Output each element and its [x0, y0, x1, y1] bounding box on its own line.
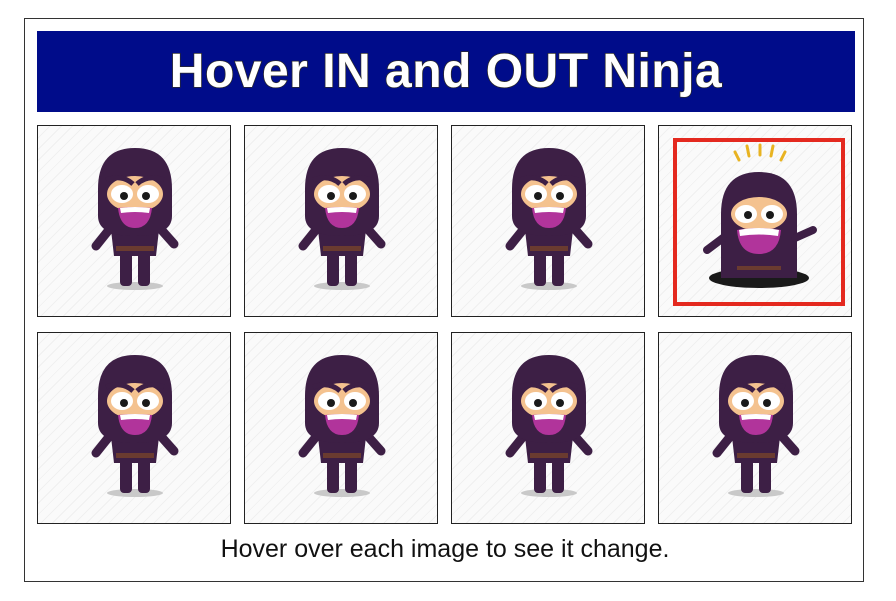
ninja-image [91, 148, 179, 290]
ninja-image [505, 355, 593, 497]
ninja-standing [298, 355, 386, 497]
ninja-tile[interactable] [244, 332, 438, 524]
ninja-image [298, 148, 386, 290]
ninja-tile[interactable] [451, 332, 645, 524]
page-title: Hover IN and OUT Ninja [169, 44, 723, 99]
ninja-standing [91, 148, 179, 290]
ninja-image [505, 148, 593, 290]
ninja-standing [298, 148, 386, 290]
title-banner: Hover IN and OUT Ninja [37, 31, 855, 112]
ninja-image [712, 355, 800, 497]
ninja-tile[interactable] [658, 125, 852, 317]
hover-highlight [673, 138, 845, 306]
ninja-tile[interactable] [658, 332, 852, 524]
ninja-standing [505, 148, 593, 290]
ninja-tile[interactable] [451, 125, 645, 317]
ninja-image [91, 355, 179, 497]
ninja-tile[interactable] [37, 125, 231, 317]
ninja-tile[interactable] [244, 125, 438, 317]
instruction-text: Hover over each image to see it change. [220, 535, 670, 563]
ninja-tile[interactable] [37, 332, 231, 524]
ninja-image [298, 355, 386, 497]
game-frame: Hover IN and OUT Ninja Hover over each i… [24, 18, 864, 582]
ninja-standing [505, 355, 593, 497]
ninja-standing [91, 355, 179, 497]
ninja-standing [712, 355, 800, 497]
